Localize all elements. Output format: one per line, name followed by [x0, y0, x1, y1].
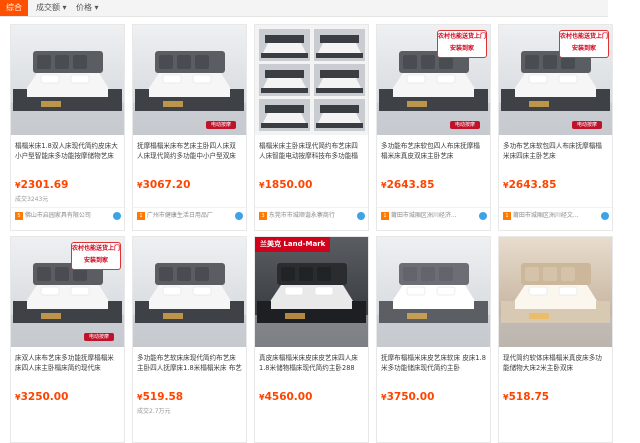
product-title[interactable]: 多功布艺床软包四人布床抚摩榻榻米床四床主卧艺床	[503, 141, 608, 161]
product-image[interactable]	[133, 237, 246, 347]
product-card[interactable]: 农村也能送货上门安装到家电动按摩床双人床布艺床多功能抚摩榻榻米床四人床主卧榻床简…	[10, 236, 125, 443]
price-value: 3750.00	[386, 391, 435, 403]
product-card[interactable]: 农村也能送货上门安装到家电动按摩多功布艺床软包四人布床抚摩榻榻米床四床主卧艺床 ¥…	[498, 24, 613, 231]
store-years-badge: 3	[259, 212, 267, 220]
store-name-link[interactable]: 东莞市市城顺谐永寨商行	[269, 208, 355, 224]
chat-icon[interactable]	[479, 212, 487, 220]
sales-volume: 成交2.7万元	[137, 408, 171, 415]
store-row: 3 东莞市市城顺谐永寨商行	[255, 207, 368, 224]
brand-logo: 兰美克 Land-Mark	[255, 237, 331, 252]
chat-icon[interactable]	[601, 212, 609, 220]
product-card[interactable]: 现代简约软体床榻榻米真皮床多功能储物大床2米主卧双床 ¥518.75	[498, 236, 613, 443]
product-title[interactable]: 榻榻米床1.8双人床现代简约皮床大小户型智能床多功能按摩储物艺床	[15, 141, 120, 161]
product-title[interactable]: 现代简约软体床榻榻米真皮床多功能储物大床2米主卧双床	[503, 353, 608, 373]
product-title[interactable]: 床双人床布艺床多功能抚摩榻榻米床四人床主卧榻床简约现代床	[15, 353, 120, 373]
chat-icon[interactable]	[113, 212, 121, 220]
product-price: ¥3750.00	[381, 391, 434, 403]
product-card[interactable]: 农村也能送货上门安装到家电动按摩多功能布艺床软包四人布床抚摩榻榻米床真皮双床主卧…	[376, 24, 491, 231]
store-row: 1 莆田市城厢区洲川经文...	[499, 207, 612, 224]
product-card[interactable]: 兰美克 Land-Mark 真皮床榻榻米床皮床皮艺床四人床1.8米储物榻床现代简约…	[254, 236, 369, 443]
product-price: ¥2643.85	[381, 179, 434, 191]
product-price: ¥518.75	[503, 391, 549, 403]
price-value: 2301.69	[20, 179, 69, 191]
product-title[interactable]: 真皮床榻榻米床皮床皮艺床四人床1.8米储物榻床现代简约主卧288	[259, 353, 364, 373]
store-years-badge: 1	[381, 212, 389, 220]
product-card[interactable]: 榻榻米床1.8双人床现代简约皮床大小户型智能床多功能按摩储物艺床 ¥2301.69…	[10, 24, 125, 231]
product-title[interactable]: 榻榻米床主卧床现代简约布艺床四人床智能电动按摩科技布多功能榻榻床	[259, 141, 364, 161]
product-price: ¥2301.69	[15, 179, 68, 191]
store-years-badge: 1	[503, 212, 511, 220]
product-image[interactable]	[499, 237, 612, 347]
product-image[interactable]	[255, 25, 368, 135]
store-name-link[interactable]: 莆田市城厢区洲川经济...	[391, 208, 477, 224]
feature-tag: 电动按摩	[84, 333, 114, 341]
sales-volume: 成交3243元	[15, 196, 49, 203]
product-title[interactable]: 多功能布艺床软包四人布床抚摩榻榻米床真皮双床主卧艺床	[381, 141, 486, 161]
sort-comprehensive[interactable]: 综合	[0, 0, 28, 16]
price-value: 4560.00	[264, 391, 313, 403]
price-value: 2643.85	[386, 179, 435, 191]
product-image[interactable]	[377, 237, 490, 347]
delivery-badge: 农村也能送货上门安装到家	[71, 242, 121, 270]
store-years-badge: 5	[15, 212, 23, 220]
product-price: ¥3067.20	[137, 179, 190, 191]
product-title[interactable]: 抚摩榻榻米床布艺床主卧四人床双人床现代简约多功能中小户型双床榻床	[137, 141, 242, 161]
product-title[interactable]: 多功能布艺软床床现代简约布艺床主卧四人抚摩床1.8米榻榻米床 布艺床	[137, 353, 242, 373]
sort-price[interactable]: 价格 ▾	[70, 0, 105, 16]
store-years-badge: 1	[137, 212, 145, 220]
price-value: 518.75	[508, 391, 550, 403]
product-card[interactable]: 多功能布艺软床床现代简约布艺床主卧四人抚摩床1.8米榻榻米床 布艺床 ¥519.5…	[132, 236, 247, 443]
product-title[interactable]: 抚摩布榻榻米床皮艺床软床 皮床1.8米多功能储床现代简约主卧	[381, 353, 486, 373]
store-row: 5 佛山市启园家具有限公司	[11, 207, 124, 224]
price-value: 3067.20	[142, 179, 191, 191]
store-name-link[interactable]: 广州市健康生活日用品厂	[147, 208, 233, 224]
delivery-badge: 农村也能送货上门安装到家	[559, 30, 609, 58]
feature-tag: 电动按摩	[450, 121, 480, 129]
store-row: 1 莆田市城厢区洲川经济...	[377, 207, 490, 224]
product-price: ¥3250.00	[15, 391, 68, 403]
product-card[interactable]: 抚摩布榻榻米床皮艺床软床 皮床1.8米多功能储床现代简约主卧 ¥3750.00	[376, 236, 491, 443]
price-value: 1850.00	[264, 179, 313, 191]
feature-tag: 电动按摩	[206, 121, 236, 129]
chat-icon[interactable]	[357, 212, 365, 220]
product-price: ¥2643.85	[503, 179, 556, 191]
sort-sales-amount[interactable]: 成交额 ▾	[30, 0, 73, 16]
chat-icon[interactable]	[235, 212, 243, 220]
product-price: ¥4560.00	[259, 391, 312, 403]
product-image[interactable]	[255, 237, 368, 347]
product-price: ¥1850.00	[259, 179, 312, 191]
price-value: 2643.85	[508, 179, 557, 191]
price-value: 3250.00	[20, 391, 69, 403]
product-card[interactable]: 榻榻米床主卧床现代简约布艺床四人床智能电动按摩科技布多功能榻榻床 ¥1850.00…	[254, 24, 369, 231]
delivery-badge: 农村也能送货上门安装到家	[437, 30, 487, 58]
store-row: 1 广州市健康生活日用品厂	[133, 207, 246, 224]
store-name-link[interactable]: 佛山市启园家具有限公司	[25, 208, 111, 224]
sort-bar: 综合 成交额 ▾ 价格 ▾	[0, 0, 608, 17]
feature-tag: 电动按摩	[572, 121, 602, 129]
product-image[interactable]	[133, 25, 246, 135]
product-price: ¥519.58	[137, 391, 183, 403]
product-image[interactable]	[11, 25, 124, 135]
store-name-link[interactable]: 莆田市城厢区洲川经文...	[513, 208, 599, 224]
price-value: 519.58	[142, 391, 184, 403]
product-card[interactable]: 电动按摩抚摩榻榻米床布艺床主卧四人床双人床现代简约多功能中小户型双床榻床 ¥306…	[132, 24, 247, 231]
